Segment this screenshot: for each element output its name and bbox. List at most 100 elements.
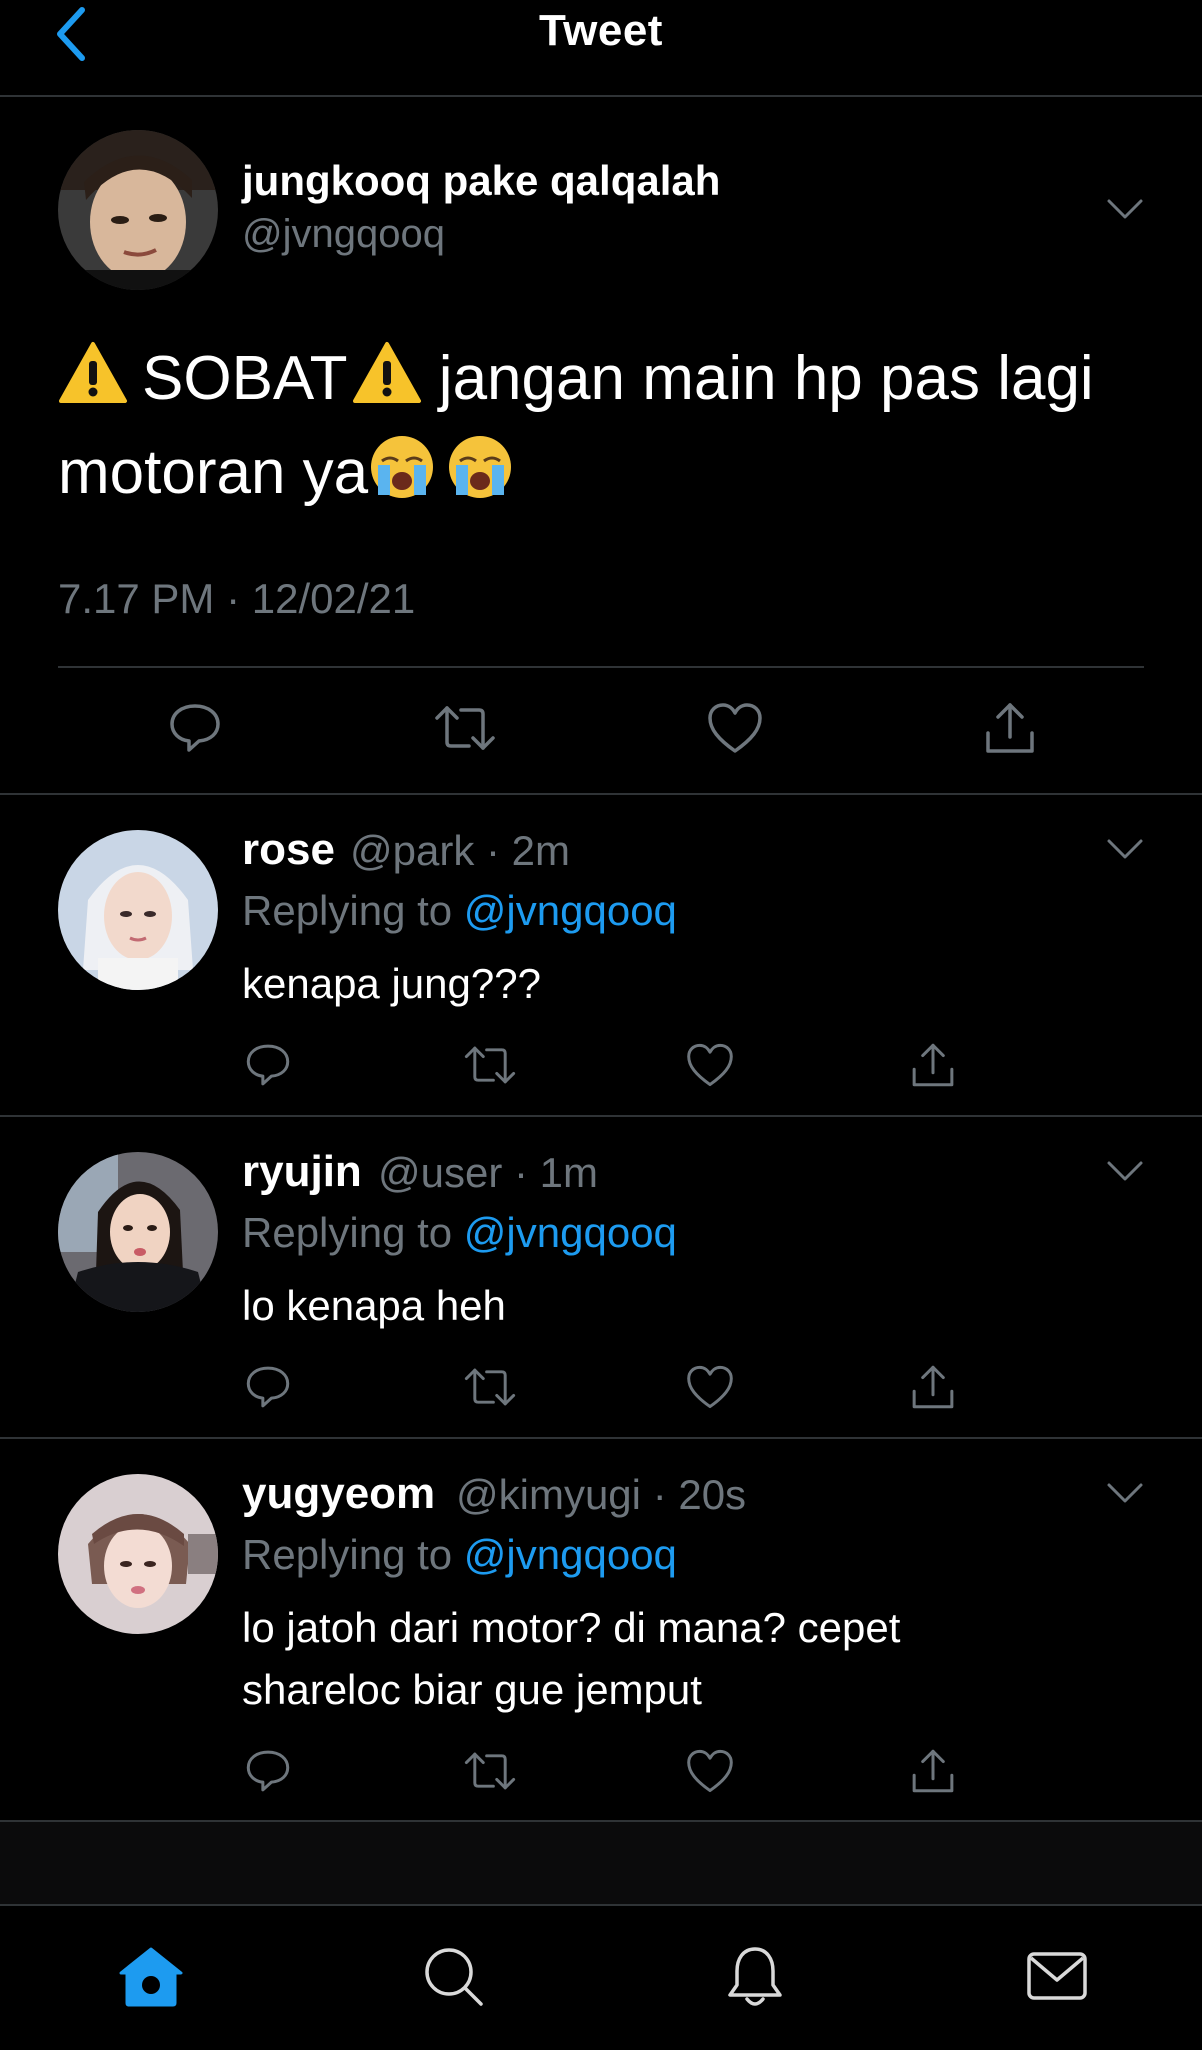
home-icon [119, 1947, 183, 2007]
retweet-button[interactable] [460, 1741, 520, 1801]
chevron-down-icon [1107, 839, 1143, 859]
retweet-button[interactable] [430, 693, 500, 763]
reply-meta: @park · 2m [350, 827, 570, 875]
bottom-tab-bar [0, 1904, 1202, 2050]
reply-button[interactable] [238, 1035, 298, 1095]
tab-messages[interactable] [1017, 1936, 1097, 2016]
reply-tweet[interactable]: rose @park · 2m Replying to @jvngqooq ke… [0, 795, 1202, 1117]
top-header: Tweet [0, 0, 1202, 97]
divider [58, 666, 1144, 668]
avatar[interactable] [58, 830, 218, 990]
chevron-down-icon [1107, 199, 1143, 219]
search-icon [425, 1948, 483, 2006]
chevron-down-icon [1107, 1161, 1143, 1181]
retweet-icon [464, 1368, 516, 1406]
reply-text-line1: lo jatoh dari motor? di mana? cepet [242, 1604, 901, 1651]
reply-tweet[interactable]: ryujin @user · 1m Replying to @jvngqooq … [0, 1117, 1202, 1439]
avatar-image [58, 1474, 218, 1634]
replying-to: Replying to @jvngqooq [242, 1209, 677, 1257]
reply-author-handle[interactable]: @park [350, 827, 474, 874]
like-icon [687, 1365, 733, 1409]
crying-emoji [449, 436, 512, 498]
reply-author-handle[interactable]: @user [378, 1149, 502, 1196]
like-button[interactable] [700, 693, 770, 763]
share-button[interactable] [903, 1357, 963, 1417]
avatar[interactable] [58, 1474, 218, 1634]
reply-options-button[interactable] [1100, 1473, 1150, 1513]
retweet-button[interactable] [460, 1035, 520, 1095]
reply-time: · 2m [486, 827, 571, 874]
avatar-image [58, 130, 218, 290]
tweet-timestamp[interactable]: 7.17 PM · 12/02/21 [58, 575, 415, 623]
reply-author-name[interactable]: rose [242, 825, 335, 875]
reply-icon [246, 1366, 290, 1408]
warning-emoji [59, 342, 127, 403]
tab-home[interactable] [111, 1936, 191, 2016]
reply-text: lo kenapa heh [242, 1282, 506, 1329]
reply-time: · 1m [514, 1149, 599, 1196]
reply-text: lo jatoh dari motor? di mana? cepet shar… [242, 1597, 1142, 1721]
reply-icon [170, 704, 220, 752]
reply-button[interactable] [238, 1357, 298, 1417]
tab-search[interactable] [413, 1936, 493, 2016]
like-button[interactable] [680, 1741, 740, 1801]
crying-emoji [371, 436, 434, 498]
replying-to: Replying to @jvngqooq [242, 887, 677, 935]
bell-icon [728, 1947, 782, 2006]
share-icon [986, 703, 1034, 753]
tab-notifications[interactable] [715, 1936, 795, 2016]
reply-button[interactable] [238, 1741, 298, 1801]
chevron-down-icon [1107, 1483, 1143, 1503]
reply-text-line2: shareloc biar gue jemput [242, 1666, 702, 1713]
tweet-options-button[interactable] [1100, 189, 1150, 229]
reply-author-name[interactable]: yugyeom [242, 1469, 435, 1519]
like-icon [708, 703, 762, 753]
reply-options-button[interactable] [1100, 1151, 1150, 1191]
author-handle[interactable]: @jvngqooq [242, 212, 445, 257]
share-button[interactable] [975, 693, 1045, 763]
share-icon [912, 1365, 954, 1409]
like-button[interactable] [680, 1357, 740, 1417]
avatar-image [58, 1152, 218, 1312]
tweet-text-part2: jangan main hp pas lagi [438, 344, 1094, 413]
avatar-image [58, 830, 218, 990]
avatar[interactable] [58, 1152, 218, 1312]
tweet-text-part1: SOBAT [142, 344, 348, 413]
reply-icon [246, 1750, 290, 1792]
replying-label: Replying to [242, 1531, 453, 1578]
share-button[interactable] [903, 1035, 963, 1095]
like-icon [687, 1043, 733, 1087]
mention-link[interactable]: @jvngqooq [464, 1209, 677, 1256]
mail-icon [1027, 1952, 1087, 2000]
reply-tweet[interactable]: yugyeom @kimyugi · 20s Replying to @jvng… [0, 1439, 1202, 1822]
replying-label: Replying to [242, 1209, 453, 1256]
empty-area [0, 1822, 1202, 1904]
reply-text: kenapa jung??? [242, 960, 541, 1007]
reply-author-name[interactable]: ryujin [242, 1147, 362, 1197]
author-name[interactable]: jungkooq pake qalqalah [242, 157, 720, 205]
retweet-icon [435, 706, 495, 750]
page-title: Tweet [539, 6, 663, 55]
tweet-text: SOBAT jangan main hp pas lagi motoran ya [58, 332, 1158, 520]
mention-link[interactable]: @jvngqooq [464, 887, 677, 934]
retweet-button[interactable] [460, 1357, 520, 1417]
reply-icon [246, 1044, 290, 1086]
reply-meta: @user · 1m [378, 1149, 598, 1197]
replying-label: Replying to [242, 887, 453, 934]
avatar[interactable] [58, 130, 218, 290]
reply-author-handle[interactable]: @kimyugi [456, 1471, 641, 1518]
share-button[interactable] [903, 1741, 963, 1801]
retweet-icon [464, 1752, 516, 1790]
tweet-text-part3: motoran ya [58, 438, 369, 507]
mention-link[interactable]: @jvngqooq [464, 1531, 677, 1578]
share-icon [912, 1043, 954, 1087]
replying-to: Replying to @jvngqooq [242, 1531, 677, 1579]
warning-emoji [352, 342, 421, 403]
reply-meta: @kimyugi · 20s [456, 1471, 746, 1519]
reply-time: · 20s [652, 1471, 747, 1518]
like-button[interactable] [680, 1035, 740, 1095]
reply-options-button[interactable] [1100, 829, 1150, 869]
retweet-icon [464, 1046, 516, 1084]
share-icon [912, 1749, 954, 1793]
reply-button[interactable] [160, 693, 230, 763]
